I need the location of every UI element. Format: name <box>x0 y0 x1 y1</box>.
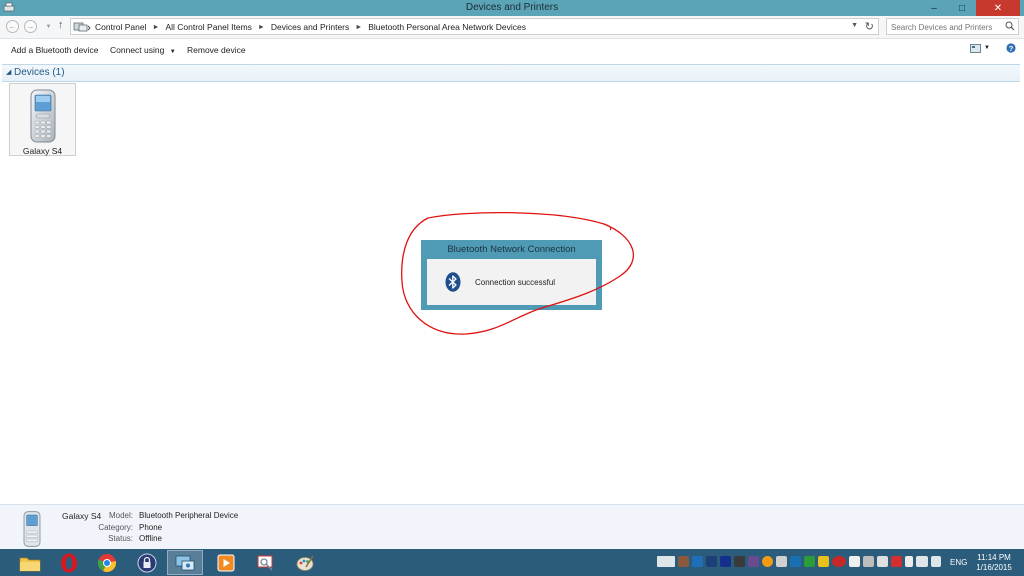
collapse-triangle-icon[interactable]: ◢ <box>6 68 11 76</box>
file-explorer-taskbar-button[interactable] <box>12 550 48 575</box>
breadcrumb-bluetooth-pan-devices[interactable]: Bluetooth Personal Area Network Devices <box>368 22 526 32</box>
control-panel-icon <box>73 22 91 32</box>
bluetooth-icon[interactable] <box>720 556 731 567</box>
paint-taskbar-button[interactable] <box>287 550 323 575</box>
search-box[interactable] <box>886 18 1019 35</box>
opera-icon <box>61 553 77 572</box>
view-icon <box>970 43 981 53</box>
keepass-taskbar-button[interactable] <box>129 550 165 575</box>
devices-group-header[interactable]: ◢ Devices (1) <box>2 64 1020 82</box>
clock-date: 1/16/2015 <box>976 563 1012 572</box>
phone-icon <box>23 511 41 547</box>
folder-icon <box>19 557 41 571</box>
breadcrumb-all-control-panel-items[interactable]: All Control Panel Items <box>165 22 251 32</box>
tray-app-icon[interactable] <box>804 556 815 567</box>
breadcrumb-separator-icon[interactable]: ► <box>258 24 265 31</box>
red-annotation-circle <box>401 211 635 335</box>
chevron-down-icon: ▼ <box>169 49 176 55</box>
breadcrumb-separator-icon[interactable]: ► <box>153 24 160 31</box>
tray-app-icon[interactable] <box>734 556 745 567</box>
view-controls: ▼ ? <box>970 43 1016 53</box>
back-arrow-icon: ← <box>8 22 17 31</box>
connect-using-button[interactable]: Connect using ▼ <box>110 45 176 55</box>
taskbar: ENG 11:14 PM 1/16/2015 <box>0 549 1024 576</box>
details-value-category: Phone <box>139 523 163 532</box>
refresh-icon[interactable]: ↻ <box>865 20 874 33</box>
up-arrow-icon: ↑ <box>58 19 64 31</box>
box-sync-icon[interactable] <box>692 556 703 567</box>
svg-text:?: ? <box>1009 44 1014 53</box>
tray-app-icon[interactable] <box>849 556 860 567</box>
play-icon <box>217 554 235 571</box>
chevron-down-icon: ▼ <box>984 45 990 51</box>
breadcrumb-control-panel[interactable]: Control Panel <box>95 22 147 32</box>
language-indicator[interactable]: ENG <box>950 558 967 567</box>
opera-taskbar-button[interactable] <box>51 550 87 575</box>
tray-app-icon[interactable] <box>748 556 759 567</box>
tray-app-icon[interactable] <box>762 556 773 567</box>
tray-app-icon[interactable] <box>790 556 801 567</box>
clock[interactable]: 11:14 PM 1/16/2015 <box>970 553 1018 573</box>
address-dropdown-icon[interactable]: ▼ <box>851 22 858 29</box>
connect-using-label: Connect using <box>110 45 165 55</box>
breadcrumb: Control Panel ► All Control Panel Items … <box>95 22 526 32</box>
snipping-tool-taskbar-button[interactable] <box>248 550 284 575</box>
devices-group-label: Devices (1) <box>14 67 65 78</box>
control-panel-taskbar-button[interactable] <box>167 550 203 575</box>
tray-app-icon[interactable] <box>877 556 888 567</box>
network-icon[interactable] <box>916 556 928 567</box>
window-title: Devices and Printers <box>465 2 559 13</box>
search-icon[interactable] <box>1005 21 1015 31</box>
title-bar: Devices and Printers – □ ✕ <box>0 0 1024 16</box>
tray-app-icon[interactable] <box>891 556 902 567</box>
tray-app-icon[interactable] <box>678 556 689 567</box>
media-player-taskbar-button[interactable] <box>208 550 244 575</box>
tray-app-icon[interactable] <box>832 556 846 567</box>
maximize-button[interactable]: □ <box>948 0 976 16</box>
search-input[interactable] <box>887 20 1009 34</box>
tray-app-icon[interactable] <box>776 556 787 567</box>
details-value-status: Offline <box>139 534 162 543</box>
recent-locations-button[interactable]: ▼ <box>42 20 55 33</box>
flag-icon[interactable] <box>905 556 913 567</box>
details-pane: Galaxy S4 Model: Bluetooth Peripheral De… <box>0 504 1024 550</box>
control-panel-icon <box>175 555 195 570</box>
forward-button[interactable]: → <box>24 20 37 33</box>
chrome-icon <box>97 553 117 572</box>
breadcrumb-devices-and-printers[interactable]: Devices and Printers <box>271 22 349 32</box>
breadcrumb-separator-icon[interactable]: ► <box>355 24 362 31</box>
window-controls: – □ ✕ <box>920 0 1020 16</box>
command-bar: Add a Bluetooth device Connect using ▼ R… <box>0 39 1024 61</box>
change-view-button[interactable]: ▼ <box>970 43 990 53</box>
clock-time: 11:14 PM <box>977 553 1011 562</box>
details-device-name: Galaxy S4 <box>62 511 102 521</box>
back-button[interactable]: ← <box>6 20 19 33</box>
device-tile-galaxy-s4[interactable]: Galaxy S4 <box>9 83 76 156</box>
tray-app-icon[interactable] <box>863 556 874 567</box>
remove-device-button[interactable]: Remove device <box>187 45 246 55</box>
help-icon[interactable]: ? <box>1006 43 1016 53</box>
paint-palette-icon <box>296 555 314 571</box>
phone-icon <box>30 89 56 143</box>
minimize-button[interactable]: – <box>920 0 948 16</box>
volume-icon[interactable] <box>931 556 941 567</box>
touch-keyboard-icon[interactable] <box>657 556 675 567</box>
system-tray <box>657 556 941 567</box>
add-bluetooth-device-button[interactable]: Add a Bluetooth device <box>11 45 98 55</box>
tray-app-icon[interactable] <box>818 556 829 567</box>
lock-icon <box>137 553 157 572</box>
device-label: Galaxy S4 <box>22 146 63 156</box>
dropbox-icon[interactable] <box>706 556 717 567</box>
address-field[interactable]: Control Panel ► All Control Panel Items … <box>70 18 879 35</box>
up-button[interactable]: ↑ <box>58 19 64 31</box>
chrome-taskbar-button[interactable] <box>89 550 125 575</box>
scissors-icon <box>257 555 273 571</box>
forward-arrow-icon: → <box>26 22 35 31</box>
chevron-down-icon: ▼ <box>45 23 52 30</box>
details-value-model: Bluetooth Peripheral Device <box>139 511 239 520</box>
address-bar-row: ← → ▼ ↑ Control Panel ► All Control Pane… <box>0 16 1024 39</box>
close-button[interactable]: ✕ <box>976 0 1020 16</box>
